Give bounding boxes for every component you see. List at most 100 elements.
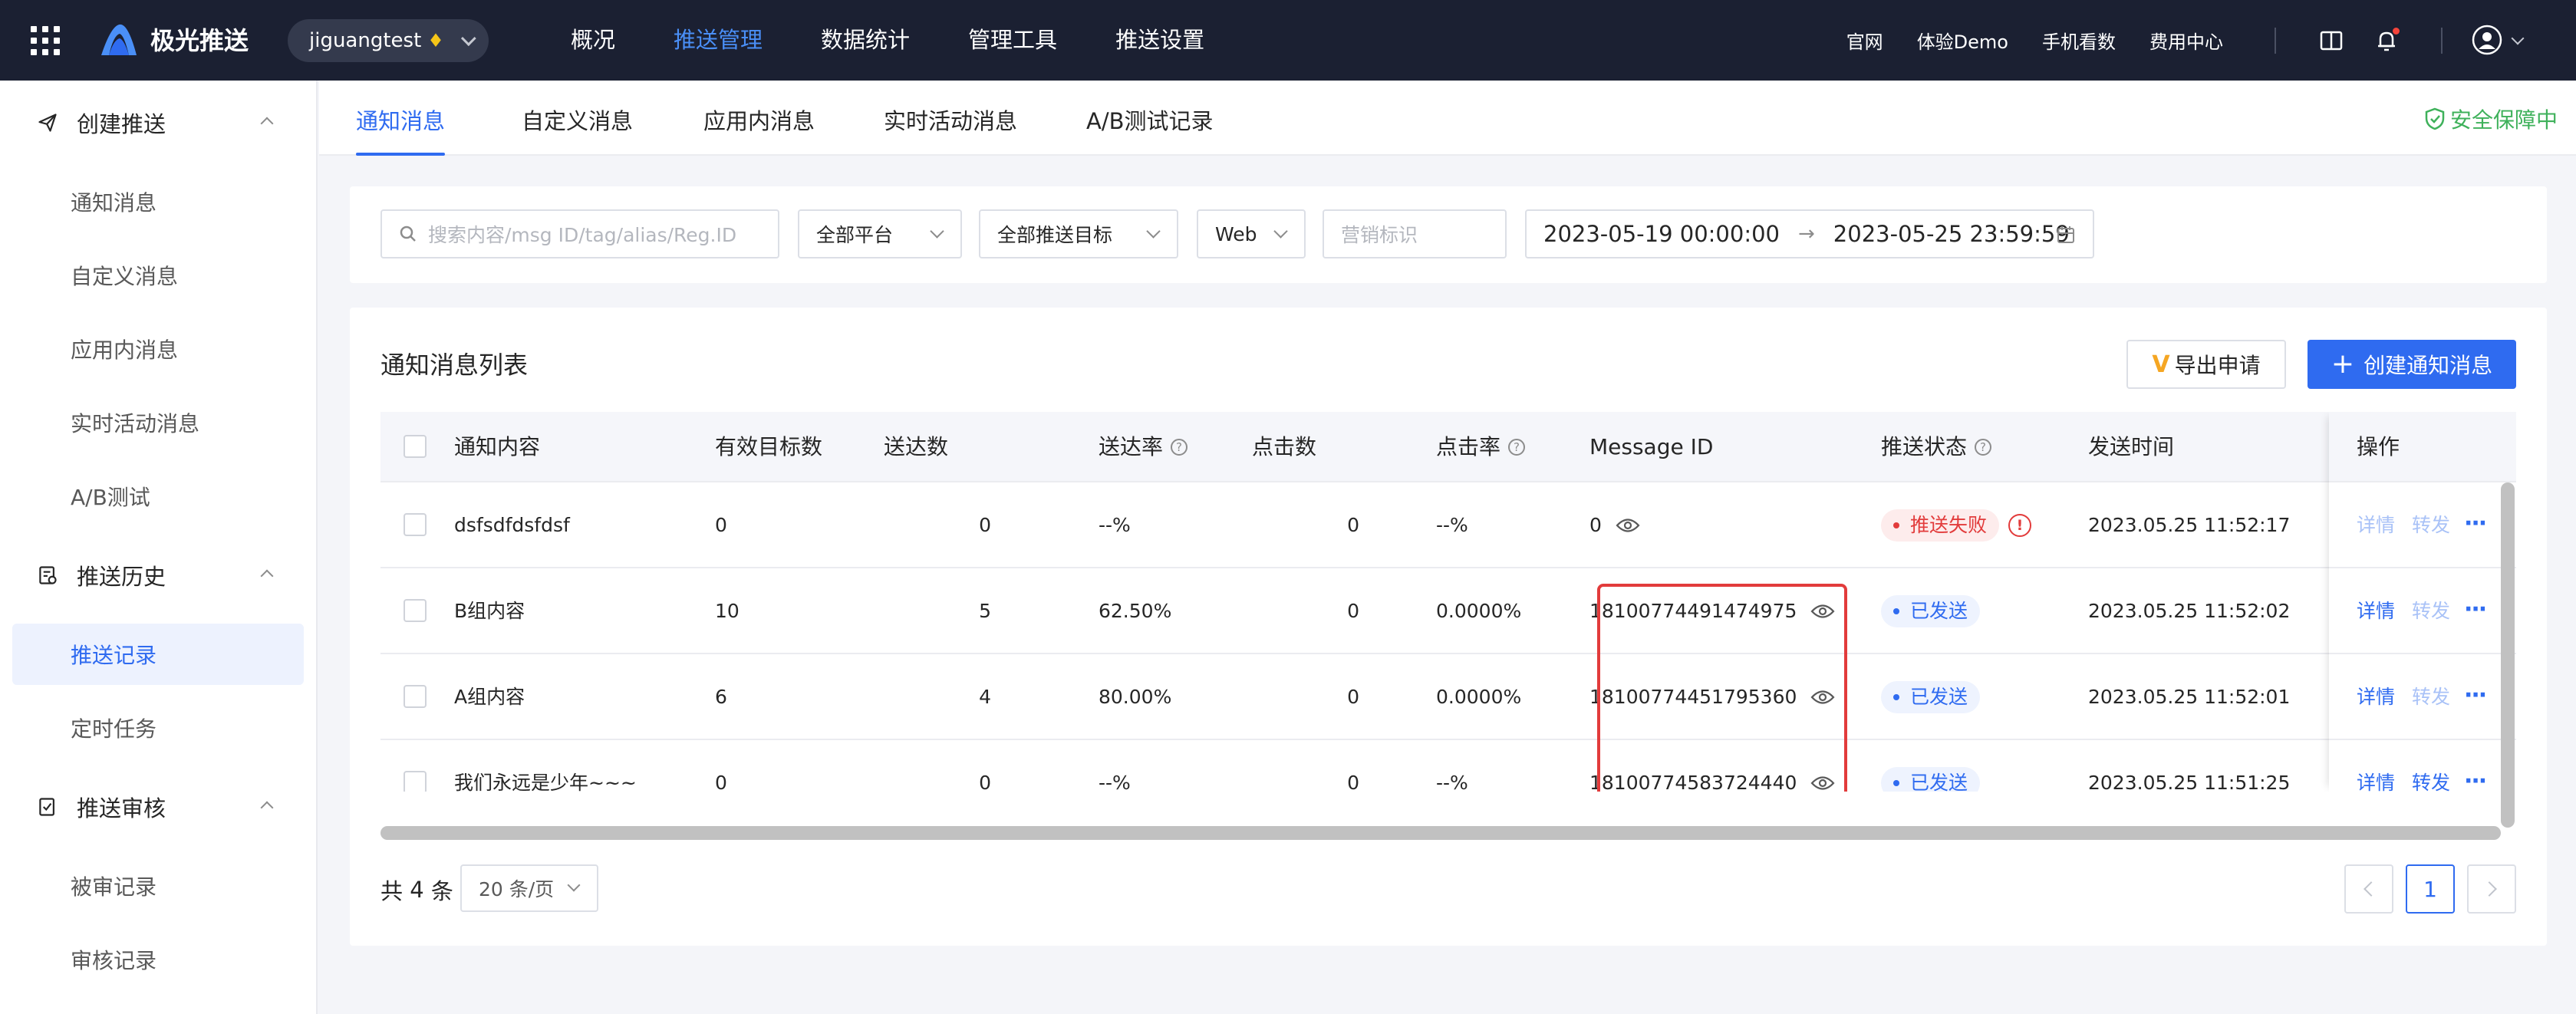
cell-click-rate: --% xyxy=(1436,514,1468,536)
nav-push-settings[interactable]: 推送设置 xyxy=(1115,0,1204,81)
table-row: 我们永远是少年~~~ 0 0 --% 0 --% 18100774583724440 已发送 2… xyxy=(380,740,2516,792)
plus-icon: + xyxy=(2331,348,2355,380)
next-page-button[interactable] xyxy=(2467,864,2516,914)
export-button[interactable]: V 导出申请 xyxy=(2126,340,2286,389)
more-icon[interactable]: ··· xyxy=(2464,768,2487,792)
marketing-tag-input[interactable]: 营销标识 xyxy=(1323,209,1507,258)
help-icon[interactable]: ? xyxy=(1508,439,1526,456)
tab-live-activity[interactable]: 实时活动消息 xyxy=(884,104,1017,136)
row-checkbox[interactable] xyxy=(404,599,427,622)
row-checkbox[interactable] xyxy=(404,685,427,708)
status-badge: 已发送 xyxy=(1881,681,1981,713)
help-icon[interactable]: ? xyxy=(1975,439,1992,456)
detail-link[interactable]: 详情 xyxy=(2357,740,2395,792)
sidebar-item-custom[interactable]: 自定义消息 xyxy=(0,239,316,312)
nav-statistics[interactable]: 数据统计 xyxy=(821,0,910,81)
row-checkbox[interactable] xyxy=(404,771,427,792)
row-checkbox[interactable] xyxy=(404,513,427,536)
platform-select[interactable]: 全部平台 xyxy=(798,209,962,258)
forward-link[interactable]: 转发 xyxy=(2412,568,2450,654)
cell-message-id: 0 xyxy=(1589,482,1640,568)
sidebar-item-live-activity[interactable]: 实时活动消息 xyxy=(0,386,316,459)
page-1-button[interactable]: 1 xyxy=(2406,864,2455,914)
nav-tools[interactable]: 管理工具 xyxy=(968,0,1057,81)
col-status: 推送状态? xyxy=(1881,412,1992,482)
sidebar-group-label: 推送历史 xyxy=(77,564,166,590)
review-check-icon xyxy=(35,795,60,819)
security-status[interactable]: 安全保障中 xyxy=(2424,104,2558,134)
shield-check-icon xyxy=(2425,107,2445,130)
sidebar-item-review-records[interactable]: 审核记录 xyxy=(0,923,316,996)
chevron-down-icon xyxy=(1146,224,1161,239)
sidebar-item-push-records[interactable]: 推送记录 xyxy=(12,624,304,685)
link-official-site[interactable]: 官网 xyxy=(1846,27,1883,54)
forward-link[interactable]: 转发 xyxy=(2412,654,2450,740)
select-all-checkbox[interactable] xyxy=(404,435,427,458)
col-label: 点击率 xyxy=(1436,434,1501,459)
sidebar-item-notification[interactable]: 通知消息 xyxy=(0,165,316,239)
date-range-picker[interactable]: 2023-05-19 00:00:00 → 2023-05-25 23:59:5… xyxy=(1525,209,2094,258)
cell-status: 已发送 xyxy=(1881,654,1981,740)
total-count: 共 4 条 xyxy=(380,874,453,906)
sidebar-item-in-app[interactable]: 应用内消息 xyxy=(0,312,316,386)
vertical-scrollbar[interactable] xyxy=(2501,482,2515,828)
tab-custom[interactable]: 自定义消息 xyxy=(522,104,633,136)
notification-dot xyxy=(2393,28,2400,35)
target-select[interactable]: 全部推送目标 xyxy=(979,209,1178,258)
table-row: dsfsdfdsfdsf 0 0 --% 0 --% 0 推送失败! 2023.05.25 11… xyxy=(380,482,2516,568)
detail-link[interactable]: 详情 xyxy=(2357,568,2395,654)
book-icon[interactable] xyxy=(2318,28,2344,54)
more-icon[interactable]: ··· xyxy=(2464,510,2487,537)
more-icon[interactable]: ··· xyxy=(2464,596,2487,623)
cell-clicks: 0 xyxy=(1347,772,1359,792)
channel-select[interactable]: Web xyxy=(1197,209,1306,258)
sidebar-item-scheduled[interactable]: 定时任务 xyxy=(0,691,316,765)
prev-page-button[interactable] xyxy=(2344,864,2393,914)
col-delivery-rate: 送达率? xyxy=(1099,412,1188,482)
cell-status: 推送失败! xyxy=(1881,482,2032,568)
warning-icon[interactable]: ! xyxy=(2008,514,2032,537)
page-size-select[interactable]: 20 条/页 xyxy=(460,864,598,912)
more-icon[interactable]: ··· xyxy=(2464,682,2487,709)
row-actions: 详情 转发 ··· xyxy=(2329,482,2516,568)
create-label: 创建通知消息 xyxy=(2364,353,2493,378)
chevron-down-icon[interactable] xyxy=(2511,31,2525,45)
user-avatar-icon[interactable] xyxy=(2472,25,2502,55)
cell-delivery-rate: 80.00% xyxy=(1099,686,1172,708)
link-mobile-view[interactable]: 手机看数 xyxy=(2042,27,2116,54)
tab-ab-test[interactable]: A/B测试记录 xyxy=(1086,104,1214,136)
chevron-left-icon xyxy=(2364,881,2379,897)
row-actions: 详情 转发 ··· xyxy=(2329,568,2516,654)
brand-logo[interactable]: 极光推送 xyxy=(98,21,249,57)
link-demo[interactable]: 体验Demo xyxy=(1917,27,2008,54)
create-notification-button[interactable]: + 创建通知消息 xyxy=(2308,340,2516,389)
cell-status: 已发送 xyxy=(1881,568,1981,654)
sidebar-item-reviewed[interactable]: 被审记录 xyxy=(0,849,316,923)
cell-targets: 0 xyxy=(715,772,727,792)
horizontal-scrollbar[interactable] xyxy=(380,826,2501,840)
status-dot xyxy=(1893,694,1899,700)
sidebar-group-review[interactable]: 推送审核 xyxy=(0,765,316,849)
detail-link[interactable]: 详情 xyxy=(2357,482,2395,568)
tab-in-app[interactable]: 应用内消息 xyxy=(703,104,815,136)
chevron-up-icon xyxy=(260,569,274,583)
link-billing[interactable]: 费用中心 xyxy=(2149,27,2223,54)
sidebar-group-create[interactable]: 创建推送 xyxy=(0,81,316,165)
app-selector[interactable]: jiguangtest ♦ xyxy=(288,19,489,62)
chevron-up-icon xyxy=(260,117,274,130)
search-input[interactable]: 搜索内容/msg ID/tag/alias/Reg.ID xyxy=(380,209,779,258)
help-icon[interactable]: ? xyxy=(1171,439,1188,456)
sidebar-group-history[interactable]: 推送历史 xyxy=(0,533,316,617)
tab-notification[interactable]: 通知消息 xyxy=(356,104,445,136)
cell-targets: 10 xyxy=(715,600,740,622)
forward-link[interactable]: 转发 xyxy=(2412,740,2450,792)
nav-push-management[interactable]: 推送管理 xyxy=(674,0,763,81)
bell-icon[interactable] xyxy=(2373,28,2400,54)
forward-link[interactable]: 转发 xyxy=(2412,482,2450,568)
eye-icon[interactable] xyxy=(1616,517,1640,534)
sidebar-item-ab-test[interactable]: A/B测试 xyxy=(0,459,316,533)
cell-status: 已发送 xyxy=(1881,740,1981,792)
detail-link[interactable]: 详情 xyxy=(2357,654,2395,740)
app-grid-icon[interactable] xyxy=(31,26,60,55)
nav-overview[interactable]: 概况 xyxy=(571,0,615,81)
